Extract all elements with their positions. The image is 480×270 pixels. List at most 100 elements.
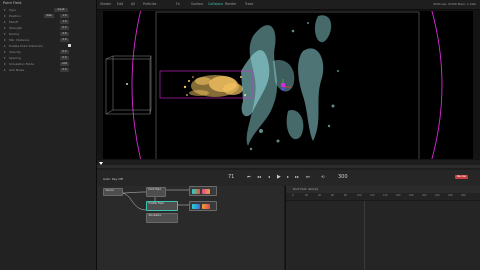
property-dropdown[interactable]: Add	[60, 61, 69, 66]
top-toolbar: Shader Edit All Particles Fx Surface Col…	[97, 0, 480, 10]
node-connections	[120, 189, 189, 211]
expand-icon[interactable]	[4, 44, 6, 47]
end-frame-field[interactable]: 300	[338, 174, 348, 180]
prev-keyframe-icon[interactable]: ◂◂	[257, 174, 261, 180]
property-field[interactable]: 1.0	[60, 19, 69, 24]
emitter-cube[interactable]	[105, 55, 152, 115]
color-swatch	[202, 203, 210, 209]
property-field[interactable]: 0.8	[60, 31, 69, 36]
expand-icon[interactable]	[4, 50, 6, 53]
ruler-tick: 240	[448, 194, 453, 198]
ruler-tick: 40	[318, 194, 322, 198]
playhead-handle[interactable]	[99, 162, 103, 165]
cyan-particles	[241, 15, 339, 151]
ruler-tick: 200	[422, 194, 427, 198]
guide-arc-right	[431, 11, 443, 159]
tab-shader[interactable]: Shader	[100, 2, 111, 6]
stats-readout: Particles: 0/300 Mem: 1.2Gb	[433, 2, 476, 7]
graph-editor[interactable]: Point Field: Velocity 0 20 40 60 80 100 …	[285, 186, 480, 270]
property-label: Strength	[9, 26, 22, 30]
ruler-tick: 220	[435, 194, 440, 198]
expand-icon[interactable]	[4, 20, 6, 23]
emitter-center-icon	[126, 83, 128, 85]
graph-area[interactable]	[286, 201, 480, 270]
property-label: Min. Distance	[9, 38, 30, 42]
property-field[interactable]: 0.0	[60, 55, 69, 60]
expand-icon[interactable]	[4, 14, 6, 17]
ruler-tick: 0	[292, 194, 294, 198]
panel-title: Point Field	[3, 1, 22, 5]
timeline-track[interactable]	[97, 165, 480, 168]
property-field[interactable]: 0.0	[60, 37, 69, 42]
ruler-tick: 160	[396, 194, 401, 198]
property-label: Position	[9, 14, 21, 18]
render-canvas[interactable]	[103, 11, 473, 159]
expand-icon[interactable]	[4, 32, 6, 35]
property-field[interactable]: 0.0	[60, 49, 69, 54]
ruler-tick: 120	[370, 194, 375, 198]
node-simulation[interactable]: Simulation	[146, 213, 178, 223]
guide-arc-left	[131, 11, 142, 159]
go-start-icon[interactable]: ⏮	[247, 174, 251, 180]
gold-particles	[183, 75, 247, 97]
expand-icon[interactable]	[4, 56, 6, 59]
node-output[interactable]	[189, 186, 217, 196]
node-point-field[interactable]: Point Field	[146, 187, 166, 197]
next-frame-icon[interactable]: ▸	[287, 174, 289, 180]
scene-svg	[105, 11, 443, 159]
graph-ruler[interactable]: 0 20 40 60 80 100 120 140 160 180 200 22…	[286, 193, 480, 201]
property-label: Enable Point Distortion	[9, 44, 44, 48]
go-end-icon[interactable]: ⏭	[306, 174, 310, 180]
property-label: Radius	[9, 32, 20, 36]
property-field[interactable]: 0.0	[60, 67, 69, 72]
graph-playhead-line	[364, 201, 365, 270]
property-label: Spacing	[9, 56, 21, 60]
loop-icon[interactable]: ⟲	[321, 174, 324, 180]
property-dropdown[interactable]: Input	[54, 7, 68, 12]
ruler-tick: 140	[383, 194, 388, 198]
auto-key-label[interactable]: Auto: Key Off	[103, 176, 123, 182]
render-button[interactable]: Render	[455, 175, 469, 179]
tab-surface[interactable]: Surface	[191, 2, 203, 6]
property-field[interactable]: 0.0	[60, 25, 69, 30]
playback-controls: Auto: Key Off 71 ⏮ ◂◂ ◂ ▶ ▸ ▸▸ ⏭ ⟲ 300 R…	[97, 170, 480, 187]
enable-distortion-checkbox[interactable]	[68, 44, 72, 48]
node-emitter-field[interactable]: Emitter Field	[146, 201, 178, 211]
node-ramp[interactable]	[189, 201, 217, 211]
node-editor[interactable]: Source Point Field Emitter Field Simulat…	[97, 186, 284, 270]
expand-icon[interactable]	[4, 8, 6, 11]
property-label: Velocity	[9, 50, 21, 54]
graph-title: Point Field: Velocity	[293, 187, 319, 191]
tab-all[interactable]: All	[131, 2, 135, 6]
graph-header: Point Field: Velocity	[286, 186, 480, 193]
timeline-scrubber[interactable]	[97, 160, 480, 170]
play-icon[interactable]: ▶	[277, 174, 281, 180]
property-field[interactable]: 1.0	[60, 13, 69, 18]
expand-icon[interactable]	[4, 26, 6, 29]
node-source[interactable]: Source	[103, 188, 123, 196]
expand-icon[interactable]	[4, 68, 6, 71]
expand-icon[interactable]	[4, 62, 6, 65]
color-swatch	[202, 188, 210, 194]
color-swatch	[192, 203, 200, 209]
tab-render[interactable]: Render	[225, 2, 236, 6]
property-label: Type	[9, 8, 16, 12]
expand-icon[interactable]	[4, 38, 6, 41]
property-label: Falloff	[9, 20, 18, 24]
tab-fx[interactable]: Fx	[176, 2, 180, 6]
ruler-tick: 20	[305, 194, 309, 198]
next-keyframe-icon[interactable]: ▸▸	[295, 174, 299, 180]
tab-collisions[interactable]: Collisions	[208, 2, 223, 6]
property-label: Simulation Mode	[9, 62, 35, 66]
property-label: Add Noise	[9, 68, 25, 72]
property-row-add-noise: Add Noise 0.0	[0, 67, 96, 73]
property-field[interactable]: Size	[44, 13, 54, 18]
current-frame-field[interactable]: 71	[228, 174, 234, 180]
tab-particles[interactable]: Particles	[143, 2, 156, 6]
tab-edit[interactable]: Edit	[117, 2, 123, 6]
tab-track[interactable]: Track	[245, 2, 253, 6]
prev-frame-icon[interactable]: ◂	[268, 174, 270, 180]
viewport[interactable]	[97, 10, 480, 160]
ruler-tick: 180	[409, 194, 414, 198]
ruler-tick: 80	[344, 194, 348, 198]
